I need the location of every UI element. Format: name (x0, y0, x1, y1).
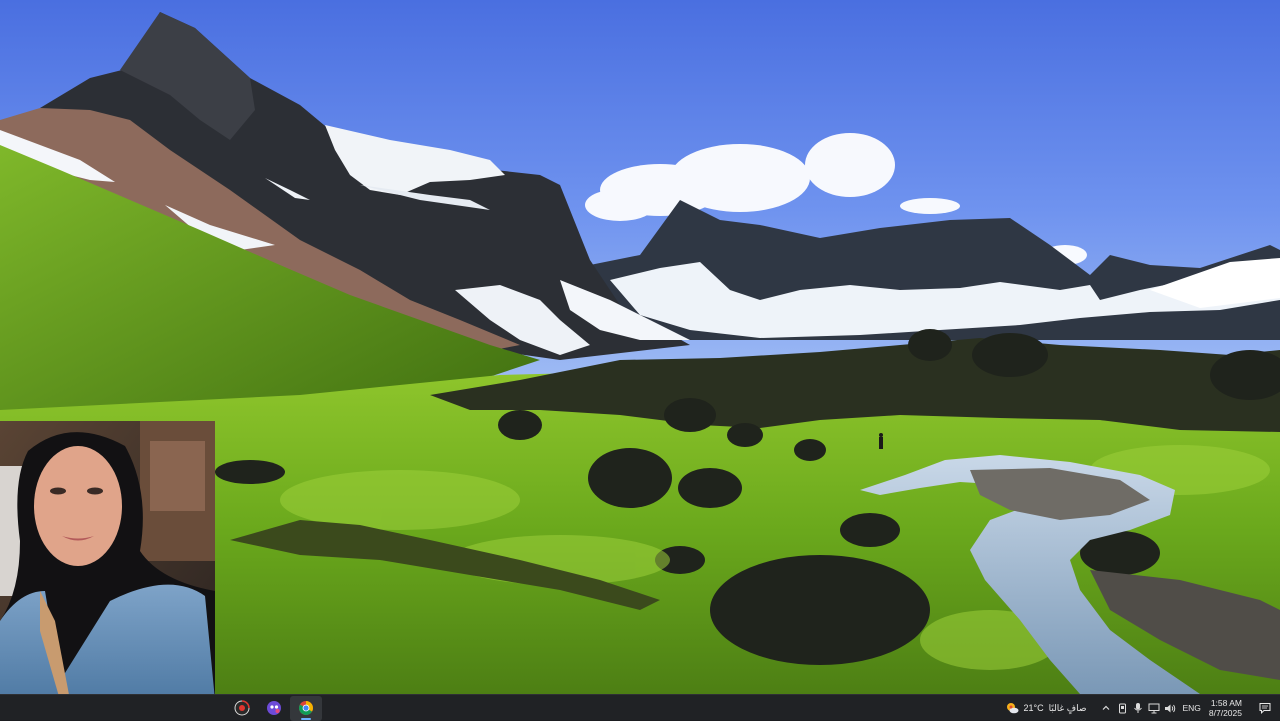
webcam-overlay (0, 421, 215, 694)
clock-time: 1:58 AM (1211, 698, 1242, 708)
person-webcam-feed (0, 421, 215, 694)
record-icon (234, 700, 250, 716)
taskbar-apps (226, 695, 322, 721)
tray-microphone[interactable] (1130, 698, 1146, 718)
notification-icon (1259, 702, 1271, 714)
taskbar-app-launcher[interactable] (258, 696, 290, 721)
weather-widget[interactable]: 21°C صافٍ غالبًا (1005, 701, 1087, 715)
tray-volume[interactable] (1162, 698, 1178, 718)
tray-overflow-button[interactable] (1098, 698, 1114, 718)
weather-temperature: 21°C (1024, 703, 1044, 713)
network-icon (1148, 703, 1160, 714)
chevron-up-icon (1101, 703, 1111, 713)
taskbar-app-obs[interactable] (226, 696, 258, 721)
speaker-icon (1164, 703, 1176, 714)
taskbar-app-chrome[interactable] (290, 696, 322, 721)
notification-center-button[interactable] (1256, 698, 1274, 718)
tray-network[interactable] (1146, 698, 1162, 718)
purple-app-icon (266, 700, 282, 716)
weather-condition: صافٍ غالبًا (1049, 703, 1087, 714)
microphone-icon (1133, 702, 1143, 714)
usb-device-icon (1117, 703, 1128, 714)
weather-sun-icon (1005, 701, 1019, 715)
chrome-icon (298, 700, 314, 716)
desktop (0, 0, 1280, 694)
clock-date: 8/7/2025 (1209, 708, 1242, 718)
clock[interactable]: 1:58 AM 8/7/2025 (1209, 698, 1242, 718)
tray-usb[interactable] (1114, 698, 1130, 718)
taskbar: 21°C صافٍ غالبًا (0, 694, 1280, 720)
input-language[interactable]: ENG (1182, 703, 1200, 713)
system-tray: 21°C صافٍ غالبًا (1005, 695, 1280, 721)
